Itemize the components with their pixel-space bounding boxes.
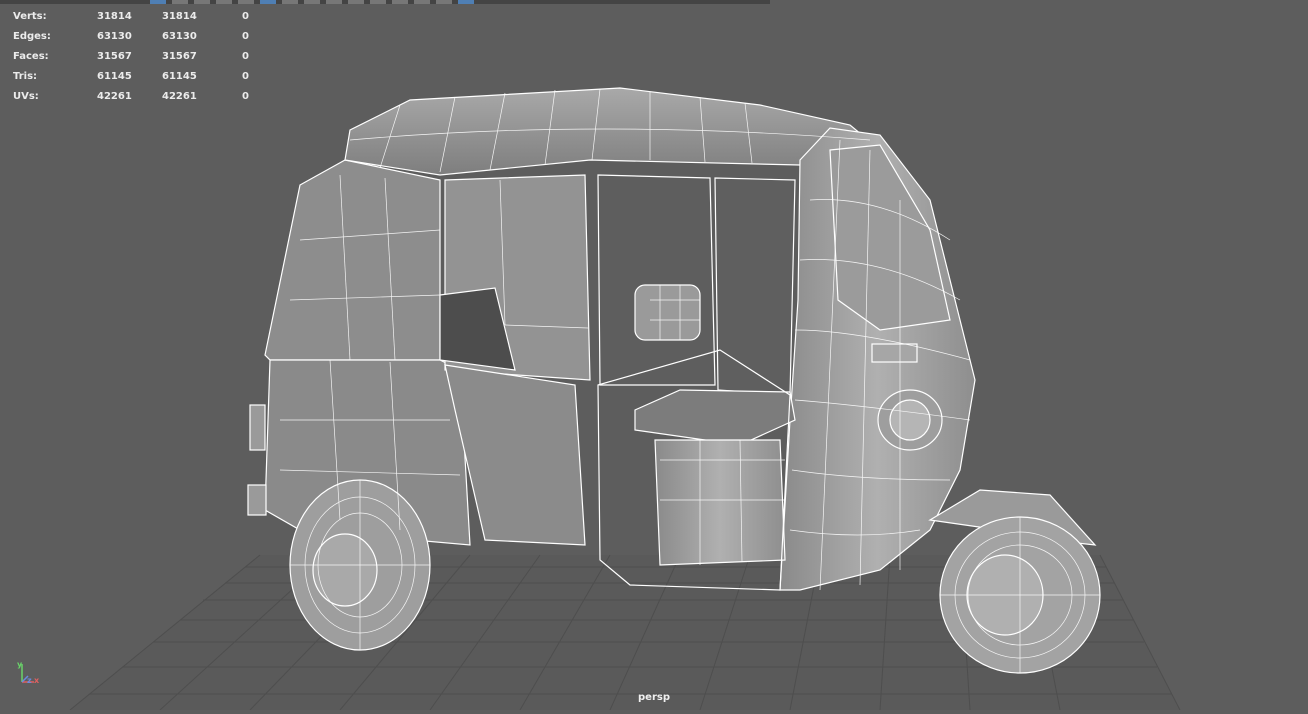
camera-name-label: persp	[638, 692, 670, 703]
perspective-viewport[interactable]: Verts: 31814 31814 0 Edges: 63130 63130 …	[0, 0, 1308, 711]
stat-value-scene: 42261	[97, 91, 132, 102]
stat-value-scene: 61145	[97, 71, 132, 82]
tool-button[interactable]	[216, 0, 232, 4]
tool-button[interactable]	[304, 0, 320, 4]
stat-label: Faces:	[13, 51, 49, 62]
axis-x-label: x	[34, 676, 40, 685]
tool-button[interactable]	[458, 0, 474, 4]
poly-count-hud: Verts: 31814 31814 0 Edges: 63130 63130 …	[13, 7, 272, 107]
stat-row-uvs: UVs: 42261 42261 0	[13, 87, 272, 107]
tool-button[interactable]	[392, 0, 408, 4]
axis-z-label: z	[27, 676, 32, 685]
stat-value-selected: 0	[242, 51, 249, 62]
view-axis-gizmo-icon: y x z	[14, 660, 44, 690]
stat-value-object: 63130	[162, 31, 197, 42]
tool-button[interactable]	[172, 0, 188, 4]
stat-label: UVs:	[13, 91, 39, 102]
tool-button[interactable]	[370, 0, 386, 4]
stat-value-scene: 31814	[97, 11, 132, 22]
tool-button[interactable]	[348, 0, 364, 4]
stat-value-object: 31567	[162, 51, 197, 62]
stat-value-scene: 63130	[97, 31, 132, 42]
stat-value-selected: 0	[242, 11, 249, 22]
stat-row-edges: Edges: 63130 63130 0	[13, 27, 272, 47]
stat-label: Edges:	[13, 31, 51, 42]
tool-button[interactable]	[326, 0, 342, 4]
tool-button[interactable]	[238, 0, 254, 4]
stat-row-tris: Tris: 61145 61145 0	[13, 67, 272, 87]
top-toolbar-strip	[0, 0, 770, 4]
stat-value-selected: 0	[242, 91, 249, 102]
stat-label: Tris:	[13, 71, 38, 82]
stat-value-selected: 0	[242, 31, 249, 42]
stat-label: Verts:	[13, 11, 47, 22]
stat-value-object: 31814	[162, 11, 197, 22]
tool-button[interactable]	[194, 0, 210, 4]
axis-y-label: y	[17, 660, 23, 669]
stat-value-scene: 31567	[97, 51, 132, 62]
stat-value-object: 42261	[162, 91, 197, 102]
tool-button[interactable]	[414, 0, 430, 4]
stat-value-object: 61145	[162, 71, 197, 82]
tool-button[interactable]	[150, 0, 166, 4]
stat-row-verts: Verts: 31814 31814 0	[13, 7, 272, 27]
tool-button[interactable]	[436, 0, 452, 4]
stat-value-selected: 0	[242, 71, 249, 82]
stat-row-faces: Faces: 31567 31567 0	[13, 47, 272, 67]
tool-button[interactable]	[282, 0, 298, 4]
tool-button[interactable]	[260, 0, 276, 4]
